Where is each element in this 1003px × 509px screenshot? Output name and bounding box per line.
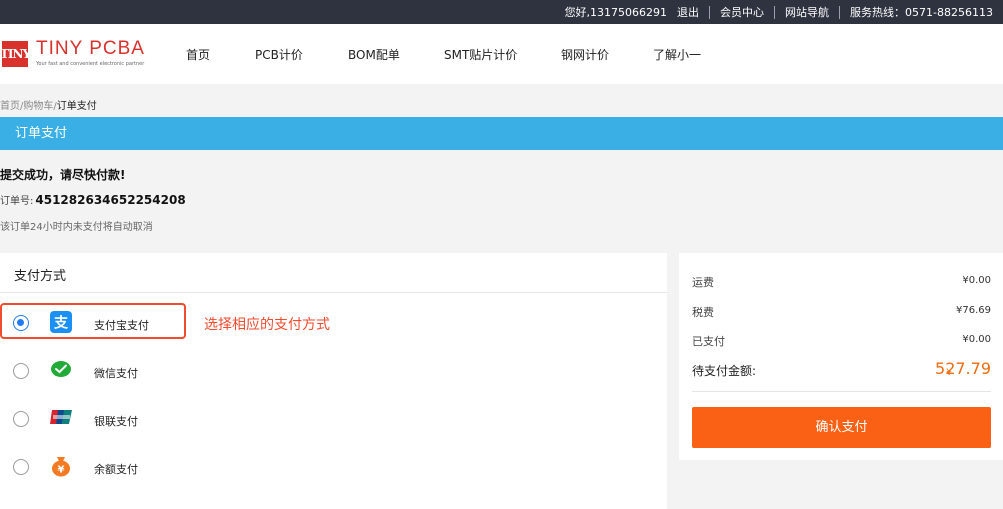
breadcrumb-home[interactable]: 首页 (0, 101, 20, 112)
payment-option-label: 余额支付 (94, 463, 138, 476)
success-message: 提交成功，请尽快付款! (0, 168, 126, 182)
site-nav-link[interactable]: 网站导航 (785, 4, 829, 20)
top-bar: 您好,13175066291 退出 会员中心 网站导航 服务热线：0571-88… (0, 0, 1003, 24)
nav-item-about[interactable]: 了解小一 (653, 46, 701, 63)
order-number: 451282634652254208 (35, 193, 186, 207)
amount-due-label: 待支付金额: (692, 364, 757, 378)
payment-option-wechat[interactable]: 微信支付 (0, 353, 667, 393)
divider (709, 5, 711, 19)
logo-name[interactable]: TINY PCBA (36, 38, 145, 60)
breadcrumb-cart[interactable]: 购物车 (23, 101, 53, 112)
tax-value: ¥76.69 (956, 305, 991, 316)
site-header: TINY TINY PCBA Your fast and convenient … (0, 24, 1003, 84)
unionpay-icon (50, 407, 72, 429)
divider (774, 5, 776, 19)
radio-unselected[interactable] (13, 459, 29, 475)
breadcrumb: 首页/购物车/订单支付 (0, 97, 97, 112)
nav-item-stencil-quote[interactable]: 钢网计价 (561, 46, 609, 63)
logout-link[interactable]: 退出 (677, 4, 699, 20)
svg-text:¥: ¥ (58, 465, 65, 476)
radio-unselected[interactable] (13, 411, 29, 427)
nav-item-home[interactable]: 首页 (186, 46, 210, 63)
annotation-highlight-box (0, 303, 186, 339)
payment-method-heading: 支付方式 (14, 269, 67, 284)
breadcrumb-current: 订单支付 (56, 101, 97, 112)
confirm-payment-button[interactable]: 确认支付 (692, 407, 991, 448)
nav-item-pcb-quote[interactable]: PCB计价 (255, 46, 303, 63)
payment-option-unionpay[interactable]: 银联支付 (0, 401, 667, 441)
payment-option-balance[interactable]: ¥ 余额支付 (0, 449, 667, 489)
nav-item-smt-quote[interactable]: SMT贴片计价 (444, 46, 517, 63)
radio-unselected[interactable] (13, 363, 29, 379)
payment-summary-panel: 运费 ¥0.00 税费 ¥76.69 已支付 ¥0.00 待支付金额: ¥ 52… (679, 253, 1003, 460)
order-number-label: 订单号: (0, 196, 34, 207)
top-links: 您好,13175066291 退出 会员中心 网站导航 服务热线：0571-88… (565, 0, 993, 24)
shipping-label: 运费 (692, 276, 714, 289)
logo-icon[interactable]: TINY (0, 41, 31, 67)
paid-row: 已支付 ¥0.00 (692, 333, 991, 349)
amount-due-value: 527.79 (935, 359, 991, 378)
shipping-value: ¥0.00 (962, 275, 991, 286)
order-number-line: 订单号: 451282634652254208 (0, 192, 186, 207)
shipping-row: 运费 ¥0.00 (692, 274, 991, 290)
user-greeting: 您好,13175066291 (564, 6, 668, 19)
logo-tagline: Your fast and convenient electronic part… (36, 61, 145, 67)
divider (692, 391, 991, 392)
payment-option-label: 微信支付 (94, 367, 138, 380)
cancel-notice: 该订单24小时内未支付将自动取消 (0, 222, 153, 233)
annotation-hint: 选择相应的支付方式 (204, 317, 330, 333)
money-bag-icon: ¥ (50, 455, 72, 477)
paid-label: 已支付 (692, 335, 725, 348)
payment-method-panel: 支付方式 支 支付宝支付 微信支付 银联支付 ¥ 余额支付 选择相应的支付方式 (0, 253, 667, 509)
tax-label: 税费 (692, 306, 714, 319)
member-center-link[interactable]: 会员中心 (720, 4, 764, 20)
page-title-bar: 订单支付 (0, 117, 1003, 150)
divider (0, 292, 667, 293)
service-hotline: 服务热线：0571-88256113 (850, 6, 993, 19)
tax-row: 税费 ¥76.69 (692, 304, 991, 320)
wechat-pay-icon (50, 359, 72, 381)
divider (839, 5, 841, 19)
paid-value: ¥0.00 (962, 334, 991, 345)
amount-due-row: 待支付金额: ¥ 527.79 (692, 359, 991, 379)
page-title: 订单支付 (15, 126, 68, 141)
nav-item-bom[interactable]: BOM配单 (348, 46, 400, 63)
payment-option-label: 银联支付 (94, 415, 138, 428)
